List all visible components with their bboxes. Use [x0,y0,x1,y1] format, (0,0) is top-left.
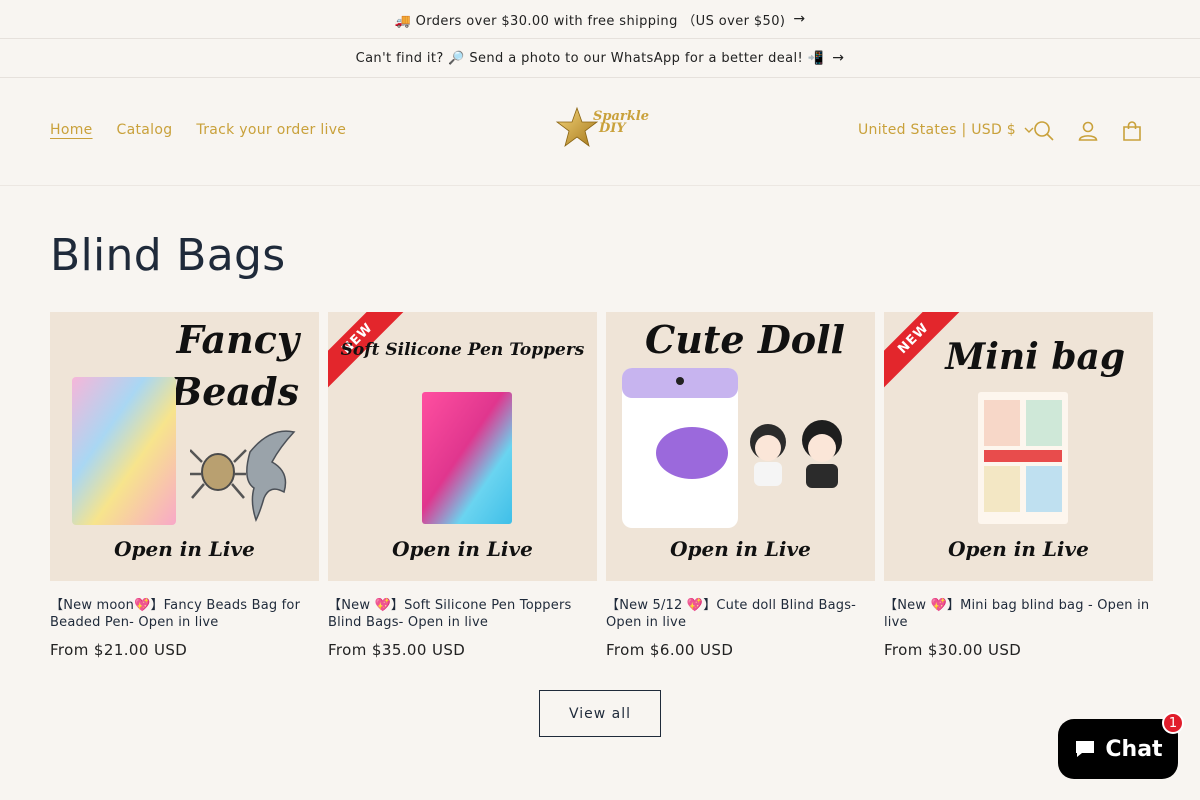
announcement-shipping[interactable]: 🚚 Orders over $30.00 with free shipping … [0,0,1200,39]
product-title[interactable]: 【New 5/12 💖】Cute doll Blind Bags- Open i… [606,597,875,631]
account-button[interactable] [1073,116,1103,146]
product-title[interactable]: 【New 💖】Mini bag blind bag - Open in live [884,597,1153,631]
image-footer: Open in Live [392,537,533,561]
chat-bubble-icon [1076,741,1095,757]
cart-icon [1123,121,1141,141]
view-all-button[interactable]: View all [539,690,661,737]
search-icon [1034,121,1054,141]
arrow-right-icon: → [793,11,806,27]
nav-track-order[interactable]: Track your order live [196,122,346,138]
announcement-whatsapp[interactable]: Can't find it? 🔎 Send a photo to our Wha… [0,39,1200,78]
image-footer: Open in Live [670,537,811,561]
product-image[interactable]: Cute Doll Open in Live [606,312,875,581]
product-card[interactable]: NEW Mini bag Open in Live 【New 💖】Mini ba… [884,312,1153,659]
arrow-right-icon: → [832,50,845,66]
image-headline: Soft Silicone Pen Toppers [340,340,585,360]
chat-notification-badge: 1 [1162,712,1184,734]
product-image[interactable]: Fancy Beads Open in Live [50,312,319,581]
product-price: From $21.00 USD [50,641,188,659]
image-footer: Open in Live [948,537,1089,561]
holographic-bag-icon [72,377,176,525]
image-headline: Mini bag [945,336,1125,378]
country-label: United States | USD $ [858,122,1016,138]
announcement-text: Can't find it? 🔎 Send a photo to our Wha… [355,50,825,66]
doll-figures-icon [750,420,842,488]
purple-bag-icon [622,368,738,528]
logo-text: Sparkle DIY [593,109,649,136]
chat-button[interactable]: Chat [1058,719,1178,779]
nav-catalog[interactable]: Catalog [117,122,173,138]
product-card[interactable]: Fancy Beads Open in Live 【New moon💖】Fanc… [50,312,319,659]
image-headline: Cute Doll [644,317,845,362]
site-logo[interactable]: Sparkle DIY [555,106,649,150]
search-button[interactable] [1029,116,1059,146]
product-card[interactable]: Cute Doll Open in Live 【New 5/12 💖】Cute … [606,312,875,659]
silicone-bag-icon [422,392,512,524]
chat-label: Chat [1105,736,1163,762]
product-price: From $30.00 USD [884,641,1022,659]
product-image[interactable]: NEW Mini bag Open in Live [884,312,1153,581]
site-header: Home Catalog Track your order live Spark… [0,78,1200,186]
product-title[interactable]: 【New 💖】Soft Silicone Pen Toppers Blind B… [328,597,597,631]
product-price: From $6.00 USD [606,641,734,659]
product-title[interactable]: 【New moon💖】Fancy Beads Bag for Beaded Pe… [50,597,319,631]
product-grid: Fancy Beads Open in Live 【New moon💖】Fanc… [50,312,1153,659]
image-footer: Open in Live [114,537,255,561]
product-card[interactable]: NEW Soft Silicone Pen Toppers Open in Li… [328,312,597,659]
nav-home[interactable]: Home [50,122,93,138]
announcement-text: 🚚 Orders over $30.00 with free shipping … [394,13,786,29]
cart-button[interactable] [1117,116,1147,146]
main-nav: Home Catalog Track your order live [50,122,346,138]
product-price: From $35.00 USD [328,641,466,659]
collection-title: Blind Bags [50,230,286,281]
spider-hummingbird-brooch-icon [190,430,296,522]
product-image[interactable]: NEW Soft Silicone Pen Toppers Open in Li… [328,312,597,581]
mini-bag-icon [978,392,1068,524]
account-icon [1078,121,1098,141]
country-currency-selector[interactable]: United States | USD $ [858,122,1034,138]
